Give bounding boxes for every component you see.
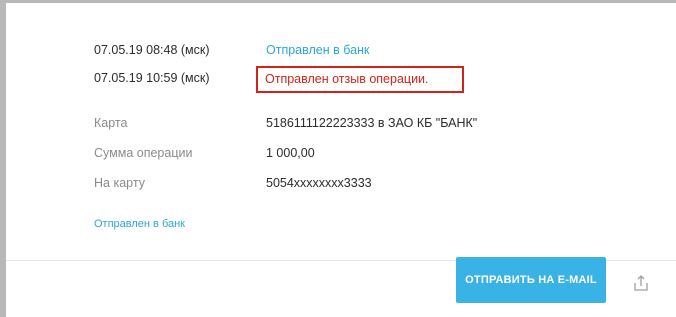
- detail-row-amount: Сумма операции 1 000,00: [6, 143, 676, 165]
- detail-value-card: 5186111122223333 в ЗАО КБ "БАНК": [266, 116, 478, 130]
- share-icon-svg: [634, 275, 648, 291]
- sent-to-bank-link[interactable]: Отправлен в банк: [94, 218, 185, 230]
- detail-label-card: Карта: [94, 116, 128, 130]
- detail-label-to-card: На карту: [94, 176, 145, 190]
- history-row-1: 07.05.19 08:48 (мск) Отправлен в банк: [6, 40, 676, 62]
- send-email-button[interactable]: ОТПРАВИТЬ НА E-MAIL: [456, 257, 606, 303]
- history-datetime-1: 07.05.19 08:48 (мск): [94, 43, 210, 57]
- history-status-2: Отправлен отзыв операции.: [265, 72, 429, 86]
- detail-value-to-card: 5054xxxxxxxx3333: [266, 176, 372, 190]
- detail-value-amount: 1 000,00: [266, 146, 315, 160]
- history-datetime-2: 07.05.19 10:59 (мск): [94, 71, 210, 85]
- operation-details-window: 07.05.19 08:48 (мск) Отправлен в банк 07…: [0, 0, 676, 317]
- detail-row-to-card: На карту 5054xxxxxxxx3333: [6, 173, 676, 195]
- detail-label-amount: Сумма операции: [94, 146, 193, 160]
- share-icon[interactable]: [632, 274, 650, 292]
- details-panel: 07.05.19 08:48 (мск) Отправлен в банк 07…: [6, 3, 676, 317]
- detail-row-card: Карта 5186111122223333 в ЗАО КБ "БАНК": [6, 113, 676, 135]
- history-status-link-1[interactable]: Отправлен в банк: [266, 43, 369, 57]
